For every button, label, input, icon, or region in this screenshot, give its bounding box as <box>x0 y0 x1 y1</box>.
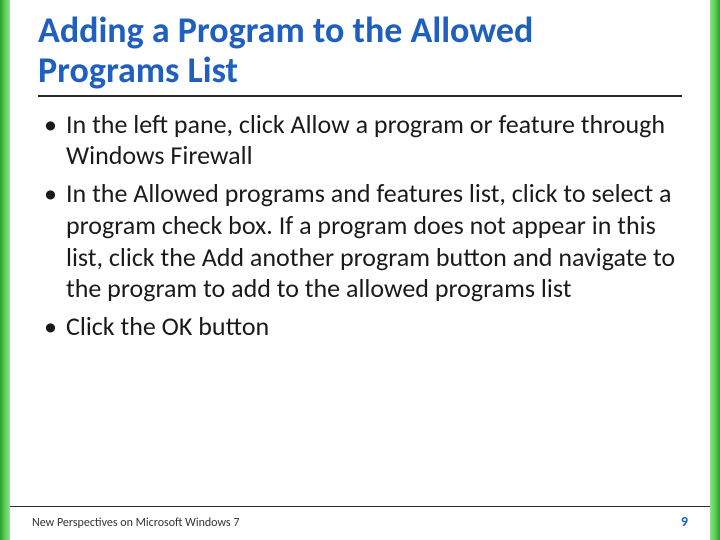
slide-edge-left <box>0 0 10 540</box>
bullet-item: In the left pane, click Allow a program … <box>38 109 682 172</box>
slide-footer: New Perspectives on Microsoft Windows 7 … <box>10 506 710 530</box>
slide-edge-right <box>710 0 720 540</box>
slide-title: Adding a Program to the Allowed Programs… <box>38 10 682 97</box>
page-number: 9 <box>681 513 688 530</box>
bullet-list: In the left pane, click Allow a program … <box>38 109 682 343</box>
bullet-item: In the Allowed programs and features lis… <box>38 178 682 305</box>
bullet-item: Click the OK button <box>38 311 682 343</box>
footer-text: New Perspectives on Microsoft Windows 7 <box>32 516 239 530</box>
slide-content: Adding a Program to the Allowed Programs… <box>10 0 710 540</box>
slide-body: In the left pane, click Allow a program … <box>38 109 682 540</box>
